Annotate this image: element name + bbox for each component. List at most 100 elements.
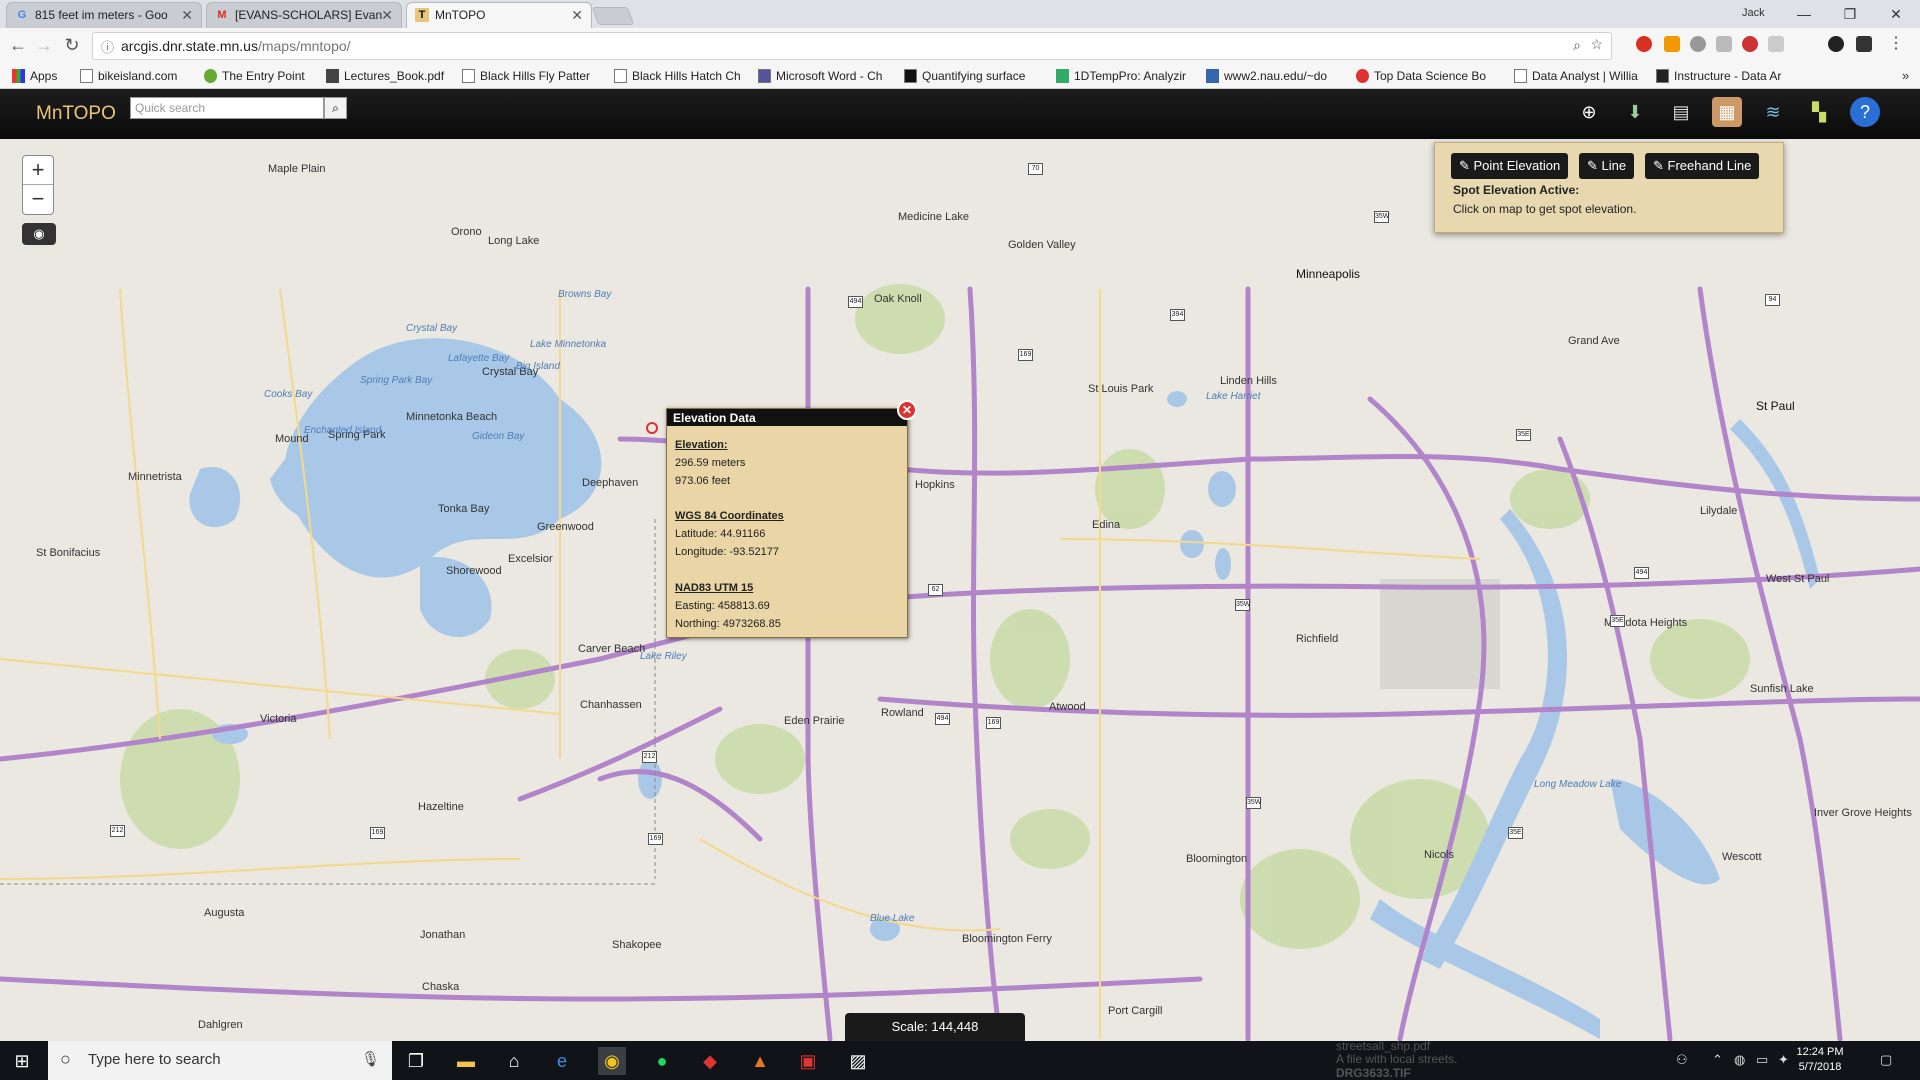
- bookmark-item[interactable]: Black Hills Fly Patter: [462, 69, 590, 83]
- restore-icon[interactable]: ❐: [1827, 0, 1873, 28]
- map-place-label: Nicols: [1424, 849, 1454, 861]
- windows-start-icon[interactable]: ⊞: [8, 1047, 36, 1075]
- line-button[interactable]: ✎ Line: [1579, 153, 1635, 179]
- matlab-icon[interactable]: ▲: [746, 1047, 774, 1075]
- file-explorer-icon[interactable]: ▬: [452, 1047, 480, 1075]
- window-close-icon[interactable]: ✕: [1873, 0, 1919, 28]
- back-icon[interactable]: ←: [6, 35, 30, 56]
- home-icon[interactable]: ⌂: [500, 1047, 528, 1075]
- opera-icon[interactable]: [1636, 36, 1652, 52]
- crosshair-icon[interactable]: ⊕: [1574, 97, 1604, 127]
- extension-icon[interactable]: [1742, 36, 1758, 52]
- menu-icon[interactable]: ⋮: [1888, 36, 1904, 52]
- grid-icon[interactable]: ▚: [1804, 97, 1834, 127]
- bookmark-item[interactable]: Data Analyst | Willia: [1514, 69, 1638, 83]
- minimize-icon[interactable]: —: [1781, 0, 1827, 28]
- map-lake-label: Lake Minnetonka: [530, 339, 607, 350]
- popup-close-button[interactable]: ✕: [897, 400, 917, 420]
- popup-title: Elevation Data: [667, 409, 907, 426]
- extension-icon[interactable]: [1716, 36, 1732, 52]
- tab-google[interactable]: G 815 feet im meters - Goo ✕: [6, 2, 202, 28]
- people-icon[interactable]: ⚇: [1676, 1052, 1688, 1068]
- zoom-out-button[interactable]: −: [23, 185, 53, 214]
- wgs84-heading: WGS 84 Coordinates: [675, 510, 784, 522]
- map-canvas[interactable]: + − ◉ Maple Plain Medicine Lake Golden V…: [0, 139, 1920, 1041]
- spotify-icon[interactable]: ●: [648, 1047, 676, 1075]
- reload-icon[interactable]: ↻: [60, 35, 84, 56]
- acrobat-reader-icon[interactable]: ◆: [696, 1047, 724, 1075]
- map-place-label: Atwood: [1049, 701, 1086, 713]
- network-icon[interactable]: ◍: [1734, 1052, 1745, 1068]
- extension-icon[interactable]: [1690, 36, 1706, 52]
- help-icon[interactable]: ?: [1850, 97, 1880, 127]
- map-place-label: Chanhassen: [580, 699, 642, 711]
- info-icon[interactable]: ⓘ: [101, 37, 114, 56]
- forward-icon[interactable]: →: [32, 35, 56, 56]
- address-bar[interactable]: ⓘ arcgis.dnr.state.mn.us/maps/mntopo/ ⌕ …: [92, 32, 1612, 60]
- bookmark-item[interactable]: Quantifying surface: [904, 69, 1025, 83]
- profile-name[interactable]: Jack: [1742, 7, 1765, 19]
- close-icon[interactable]: ✕: [381, 7, 393, 24]
- edge-icon[interactable]: e: [548, 1047, 576, 1075]
- search-icon[interactable]: ⌕: [324, 97, 347, 119]
- map-lake-label: Lake Harriet: [1206, 391, 1261, 402]
- github-icon[interactable]: [1828, 36, 1844, 52]
- photos-icon[interactable]: ▨: [844, 1047, 872, 1075]
- bookmark-item[interactable]: bikeisland.com: [80, 69, 177, 83]
- globe-icon[interactable]: ◉: [22, 223, 56, 245]
- microphone-icon[interactable]: 🎙: [361, 1050, 380, 1068]
- zoom-in-button[interactable]: +: [23, 156, 53, 185]
- route-shield: 35E: [1508, 827, 1523, 839]
- map-place-label: Carver Beach: [578, 643, 646, 655]
- bookmark-item[interactable]: Microsoft Word - Ch: [758, 69, 882, 83]
- longitude-value: Longitude: -93.52177: [675, 546, 779, 558]
- dropbox-icon[interactable]: ✦: [1778, 1052, 1789, 1068]
- extension-icon[interactable]: [1768, 36, 1784, 52]
- mntopo-icon: T: [415, 8, 429, 22]
- close-icon[interactable]: ✕: [571, 7, 583, 24]
- bookmark-item[interactable]: www2.nau.edu/~do: [1206, 69, 1327, 83]
- print-icon[interactable]: ▤: [1666, 97, 1696, 127]
- taskbar-clock[interactable]: 12:24 PM 5/7/2018: [1790, 1045, 1850, 1075]
- bookmark-star-icon[interactable]: ☆: [1590, 36, 1603, 53]
- tray-chevron-icon[interactable]: ⌃: [1712, 1052, 1723, 1068]
- tab-gmail[interactable]: M [EVANS-SCHOLARS] Evan ✕: [206, 2, 402, 28]
- map-place-label: Linden Hills: [1220, 375, 1277, 387]
- point-elevation-button[interactable]: ✎ Point Elevation: [1451, 153, 1569, 179]
- close-icon[interactable]: ✕: [181, 7, 193, 24]
- quick-search-input[interactable]: Quick search: [130, 97, 324, 119]
- map-place-label: Golden Valley: [1008, 239, 1076, 251]
- map-lake-label: Enchanted Island: [304, 425, 382, 436]
- download-icon[interactable]: ⬇: [1620, 97, 1650, 127]
- task-view-icon[interactable]: ❐: [402, 1047, 430, 1075]
- bookmarks-overflow-icon[interactable]: »: [1902, 68, 1909, 83]
- bookmark-item[interactable]: Instructure - Data Ar: [1656, 69, 1781, 83]
- freehand-line-button[interactable]: ✎ Freehand Line: [1645, 153, 1760, 179]
- map-place-label: Medicine Lake: [898, 211, 969, 223]
- bookmark-item[interactable]: The Entry Point: [204, 69, 305, 83]
- tab-mntopo[interactable]: T MnTOPO ✕: [406, 2, 592, 28]
- notifications-icon[interactable]: ▢: [1880, 1052, 1892, 1068]
- bookmark-item[interactable]: Apps: [12, 69, 57, 83]
- rss-icon[interactable]: [1664, 36, 1680, 52]
- apps-icon: [12, 69, 25, 83]
- route-shield: 35E: [1610, 615, 1625, 627]
- bookmark-item[interactable]: Lectures_Book.pdf: [326, 69, 444, 83]
- image-icon[interactable]: ▦: [1712, 97, 1742, 127]
- map-place-label: Sunfish Lake: [1750, 683, 1814, 695]
- map-place-label: Jonathan: [420, 929, 466, 941]
- new-tab-button[interactable]: [591, 7, 635, 25]
- bookmark-item[interactable]: Black Hills Hatch Ch: [614, 69, 741, 83]
- map-lake-label: Gideon Bay: [472, 431, 525, 442]
- map-place-label: Dahlgren: [198, 1019, 243, 1031]
- battery-icon[interactable]: ▭: [1756, 1052, 1768, 1068]
- taskbar-search[interactable]: ○ Type here to search 🎙: [48, 1041, 392, 1080]
- pdf-icon[interactable]: ▣: [794, 1047, 822, 1075]
- bookmark-item[interactable]: 1DTempPro: Analyzir: [1056, 69, 1186, 83]
- chrome-icon[interactable]: ◉: [598, 1047, 626, 1075]
- bookmark-item[interactable]: Top Data Science Bo: [1356, 69, 1486, 83]
- layers-icon[interactable]: ≋: [1758, 97, 1788, 127]
- extension-icon[interactable]: [1856, 36, 1872, 52]
- map-place-label: Inver Grove Heights: [1814, 807, 1912, 819]
- zoom-search-icon[interactable]: ⌕: [1573, 37, 1581, 54]
